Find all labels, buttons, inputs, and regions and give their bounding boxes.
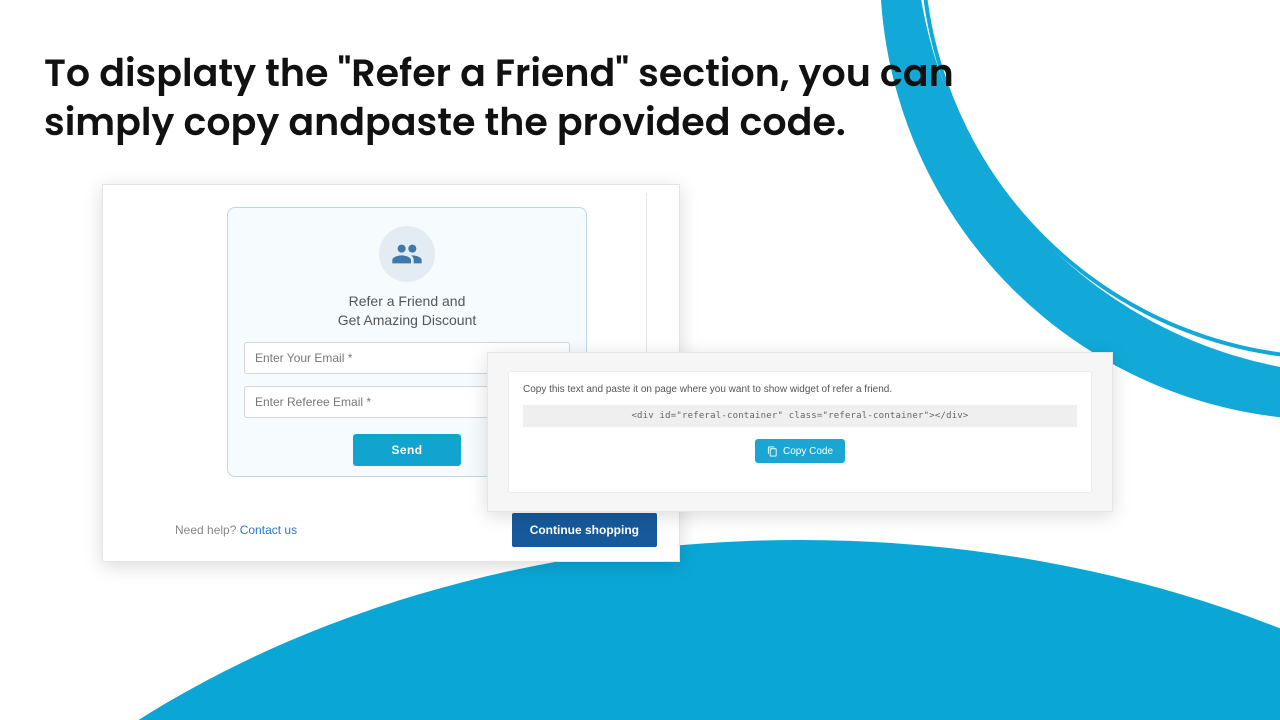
copy-code-button[interactable]: Copy Code: [755, 439, 845, 463]
continue-shopping-button[interactable]: Continue shopping: [512, 513, 657, 547]
refer-title-line2: Get Amazing Discount: [338, 312, 477, 328]
referee-email-placeholder: Enter Referee Email *: [255, 395, 371, 409]
help-text: Need help? Contact us: [175, 523, 297, 537]
help-prefix: Need help?: [175, 523, 240, 537]
users-icon: [379, 226, 435, 282]
refer-title: Refer a Friend and Get Amazing Discount: [244, 292, 570, 330]
contact-us-link[interactable]: Contact us: [240, 523, 297, 537]
code-snippet[interactable]: <div id="referal-container" class="refer…: [523, 405, 1077, 427]
send-button[interactable]: Send: [353, 434, 461, 466]
your-email-placeholder: Enter Your Email *: [255, 351, 352, 365]
headline-text: To displaty the "Refer a Friend" section…: [44, 50, 1004, 147]
copy-code-label: Copy Code: [783, 446, 833, 457]
copy-icon: [767, 446, 778, 457]
continue-shopping-label: Continue shopping: [530, 523, 639, 537]
code-panel: Copy this text and paste it on page wher…: [487, 352, 1113, 512]
send-button-label: Send: [392, 443, 423, 457]
code-instruction: Copy this text and paste it on page wher…: [523, 384, 1077, 395]
code-card: Copy this text and paste it on page wher…: [508, 371, 1092, 493]
refer-title-line1: Refer a Friend and: [349, 293, 466, 309]
slide-stage: To displaty the "Refer a Friend" section…: [0, 0, 1280, 720]
